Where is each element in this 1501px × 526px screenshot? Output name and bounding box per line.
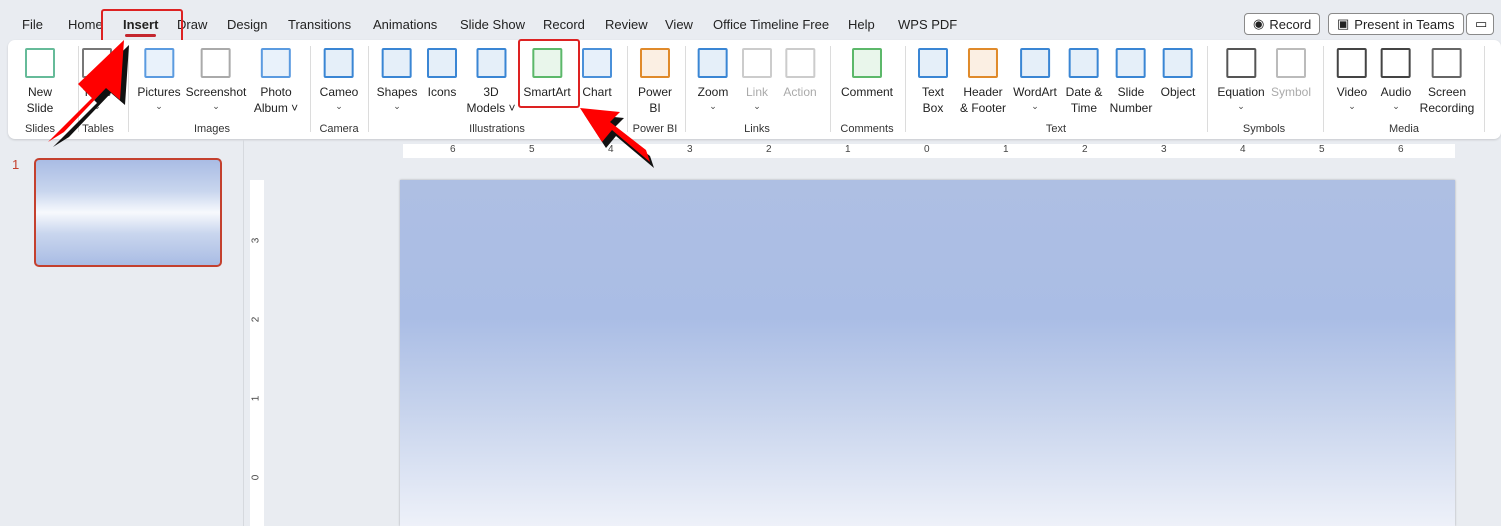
arrow-to-insert-tab (48, 40, 129, 147)
arrow-to-smartart (580, 108, 654, 168)
annotation-arrows (48, 40, 654, 168)
